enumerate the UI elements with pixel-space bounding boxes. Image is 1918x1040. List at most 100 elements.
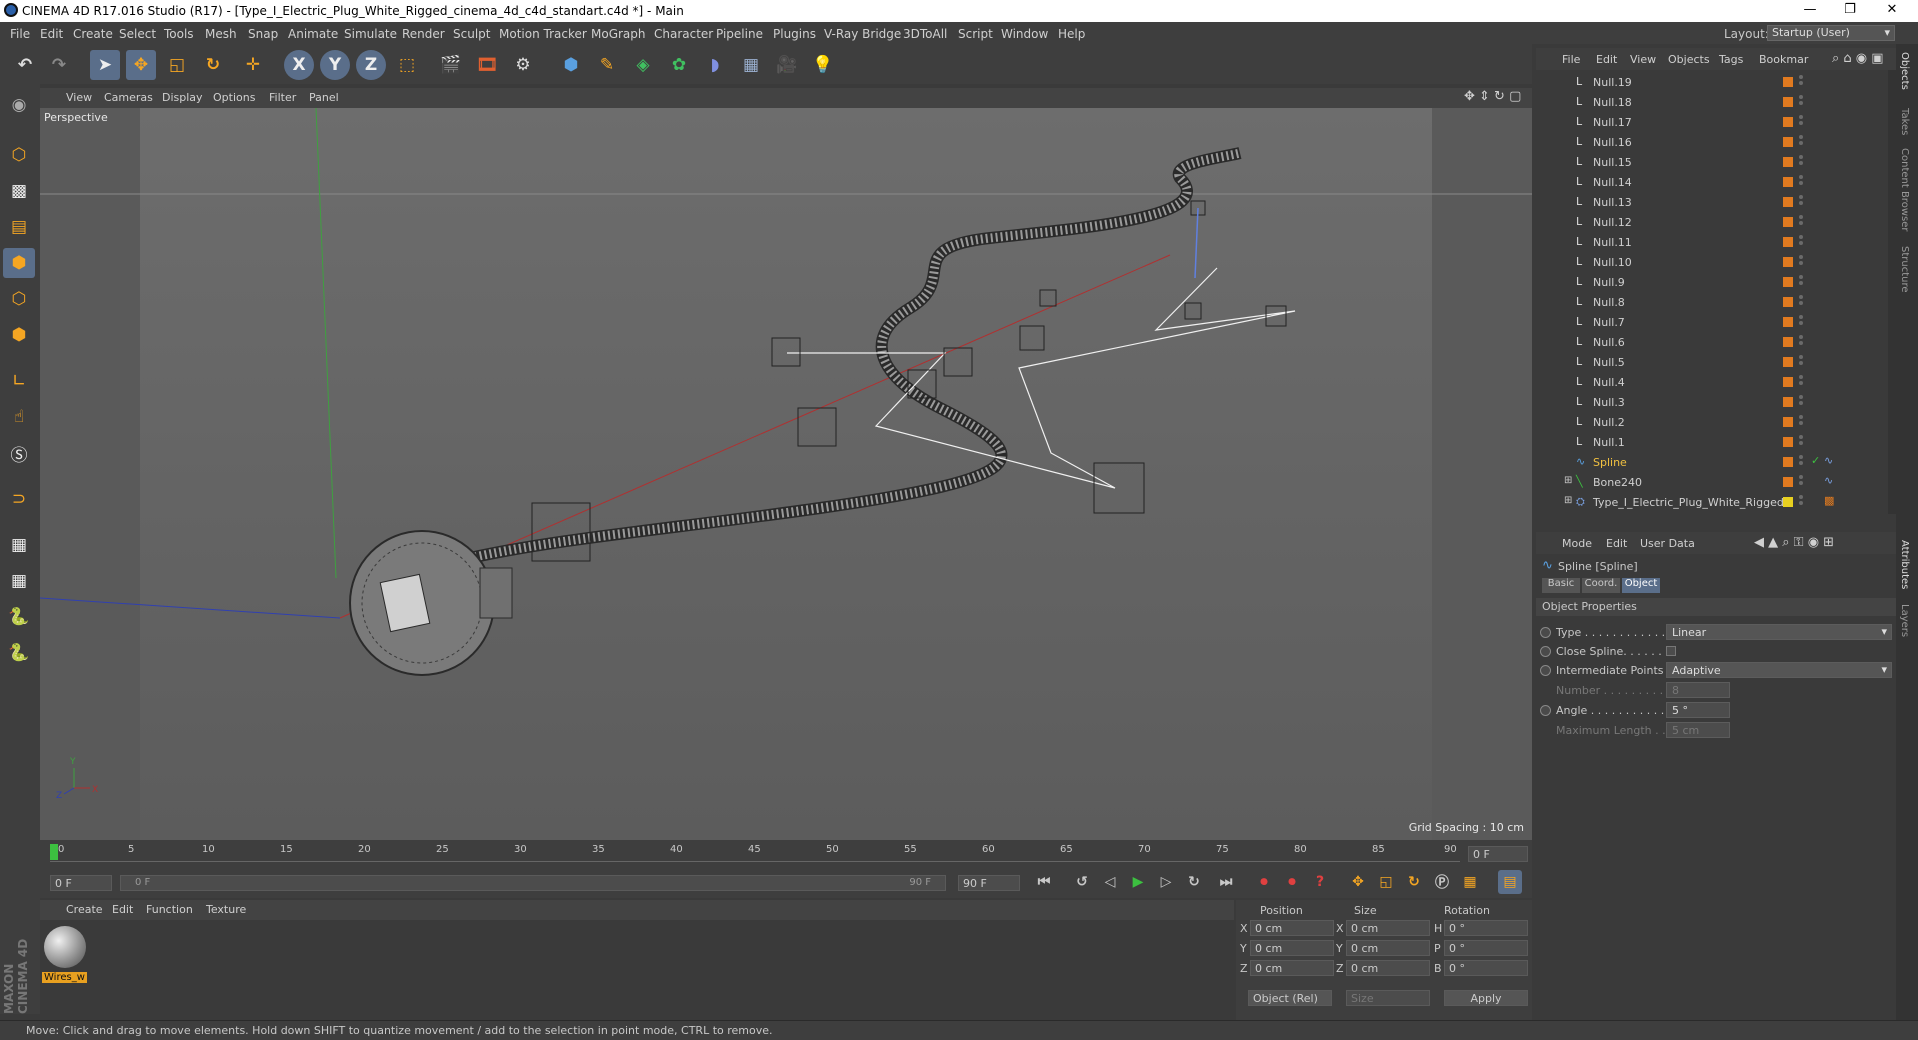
- timeline-ruler[interactable]: 0 5 10 15 20 25 30 35 40 45 50 55 60 65 …: [40, 840, 1532, 870]
- solo-icon[interactable]: Ⓢ: [3, 438, 35, 468]
- om-menu-file[interactable]: File: [1562, 53, 1580, 66]
- animate-radio[interactable]: [1540, 705, 1551, 716]
- loop-icon[interactable]: ↻: [1182, 870, 1206, 894]
- y-axis-icon[interactable]: Y: [320, 50, 350, 80]
- record-icon[interactable]: ⏺: [1252, 870, 1276, 894]
- visibility-dots[interactable]: [1799, 355, 1803, 369]
- object-row[interactable]: L Null.16: [1536, 132, 1888, 152]
- object-row[interactable]: L Null.15: [1536, 152, 1888, 172]
- object-row[interactable]: L Null.12: [1536, 212, 1888, 232]
- menu-mesh[interactable]: Mesh: [205, 27, 237, 41]
- snap-icon[interactable]: ⊃: [3, 484, 35, 514]
- light-icon[interactable]: 💡: [808, 50, 838, 80]
- position-z-field[interactable]: 0 cm: [1250, 960, 1334, 976]
- apply-button[interactable]: Apply: [1444, 990, 1528, 1006]
- keyframe-selection-icon[interactable]: ?: [1308, 870, 1332, 894]
- material-menu-function[interactable]: Function: [146, 903, 193, 916]
- render-view-icon[interactable]: 🎬: [436, 50, 466, 80]
- viewport-menu-view[interactable]: View: [66, 91, 92, 104]
- side-tab-attributes[interactable]: Attributes: [1899, 540, 1910, 589]
- om-menu-edit[interactable]: Edit: [1596, 53, 1617, 66]
- intermediate-points-dropdown[interactable]: Adaptive ▾: [1666, 662, 1892, 678]
- visibility-dots[interactable]: [1799, 135, 1803, 149]
- visibility-dots[interactable]: [1799, 475, 1803, 489]
- menu-select[interactable]: Select: [119, 27, 156, 41]
- lock-workplane-icon[interactable]: ▦: [3, 530, 35, 560]
- cloner-icon[interactable]: ✿: [664, 50, 694, 80]
- coordinate-system-icon[interactable]: ⬚: [392, 50, 422, 80]
- undo-icon[interactable]: ↶: [10, 50, 40, 80]
- menu-file[interactable]: File: [10, 27, 30, 41]
- edges-mode-icon[interactable]: ⬡: [3, 284, 35, 314]
- make-editable-icon[interactable]: ◉: [3, 90, 35, 120]
- menu-3dtoall[interactable]: 3DToAll: [903, 27, 947, 41]
- planar-workplane-icon[interactable]: ▦: [3, 566, 35, 596]
- visibility-dots[interactable]: [1799, 75, 1803, 89]
- material-name[interactable]: Wires_w: [42, 972, 87, 983]
- object-manager-scrollbar[interactable]: [1888, 70, 1896, 514]
- close-button[interactable]: ✕: [1872, 2, 1912, 17]
- x-axis-icon[interactable]: X: [284, 50, 314, 80]
- current-frame-field[interactable]: 0 F: [1468, 846, 1528, 862]
- material-menu-create[interactable]: Create: [66, 903, 103, 916]
- z-axis-icon[interactable]: Z: [356, 50, 386, 80]
- texture-mode-icon[interactable]: ▩: [3, 176, 35, 206]
- object-row[interactable]: L Null.13: [1536, 192, 1888, 212]
- select-arrow-icon[interactable]: ➤: [90, 50, 120, 80]
- menu-simulate[interactable]: Simulate: [344, 27, 397, 41]
- side-tab-layers[interactable]: Layers: [1899, 604, 1910, 637]
- menu-pipeline[interactable]: Pipeline: [716, 27, 763, 41]
- coordinate-mode-dropdown[interactable]: Object (Rel): [1248, 990, 1332, 1006]
- object-row[interactable]: ⛭ Type_I_Electric_Plug_White_Rigged ⊞ ▩: [1536, 492, 1888, 512]
- visibility-dots[interactable]: [1799, 415, 1803, 429]
- position-x-field[interactable]: 0 cm: [1250, 920, 1334, 936]
- viewport-menu-display[interactable]: Display: [162, 91, 203, 104]
- size-y-field[interactable]: 0 cm: [1346, 940, 1430, 956]
- go-to-end-icon[interactable]: ⏭: [1214, 870, 1238, 894]
- python-script-2-icon[interactable]: 🐍: [3, 638, 35, 668]
- workplane-icon[interactable]: ▤: [3, 212, 35, 242]
- object-row[interactable]: L Null.6: [1536, 332, 1888, 352]
- key-position-icon[interactable]: ✥: [1346, 870, 1370, 894]
- camera-icon[interactable]: 🎥: [772, 50, 802, 80]
- live-select-icon[interactable]: ✛: [238, 50, 268, 80]
- viewport-nav-icons[interactable]: ✥ ⇕ ↻ ▢: [1464, 89, 1521, 104]
- menu-render[interactable]: Render: [402, 27, 445, 41]
- animate-radio[interactable]: [1540, 627, 1551, 638]
- attr-menu-mode[interactable]: Mode: [1562, 537, 1592, 550]
- tab-object[interactable]: Object: [1622, 578, 1660, 593]
- layout-dropdown[interactable]: Startup (User) ▾: [1767, 25, 1895, 41]
- polygons-mode-icon[interactable]: ⬢: [3, 320, 35, 350]
- tab-coord[interactable]: Coord.: [1582, 578, 1620, 593]
- points-mode-icon[interactable]: ⬢: [3, 248, 35, 278]
- object-row[interactable]: L Null.3: [1536, 392, 1888, 412]
- object-row[interactable]: L Null.5: [1536, 352, 1888, 372]
- visibility-dots[interactable]: [1799, 395, 1803, 409]
- visibility-dots[interactable]: [1799, 335, 1803, 349]
- object-row[interactable]: L Null.1: [1536, 432, 1888, 452]
- om-menu-objects[interactable]: Objects: [1668, 53, 1710, 66]
- minimize-button[interactable]: —: [1790, 2, 1830, 17]
- key-pla-icon[interactable]: ▦: [1458, 870, 1482, 894]
- key-rotation-icon[interactable]: ↻: [1402, 870, 1426, 894]
- om-menu-view[interactable]: View: [1630, 53, 1656, 66]
- playhead[interactable]: [50, 844, 58, 860]
- scale-icon[interactable]: ◱: [162, 50, 192, 80]
- tweak-icon[interactable]: ☝: [3, 402, 35, 432]
- autokey-icon[interactable]: ⏺: [1280, 870, 1304, 894]
- start-frame-field[interactable]: 0 F: [50, 875, 112, 891]
- menu-tools[interactable]: Tools: [164, 27, 194, 41]
- model-mode-icon[interactable]: ⬡: [3, 140, 35, 170]
- tab-basic[interactable]: Basic: [1542, 578, 1580, 593]
- menu-character[interactable]: Character: [654, 27, 713, 41]
- deformer-icon[interactable]: ◗: [700, 50, 730, 80]
- visibility-dots[interactable]: [1799, 195, 1803, 209]
- side-tab-content-browser[interactable]: Content Browser: [1899, 148, 1910, 231]
- key-scale-icon[interactable]: ◱: [1374, 870, 1398, 894]
- visibility-dots[interactable]: [1799, 315, 1803, 329]
- object-row[interactable]: L Null.14: [1536, 172, 1888, 192]
- move-icon[interactable]: ✥: [126, 50, 156, 80]
- object-row[interactable]: L Null.10: [1536, 252, 1888, 272]
- previous-key-icon[interactable]: ↺: [1070, 870, 1094, 894]
- edit-render-settings-icon[interactable]: ⚙: [508, 50, 538, 80]
